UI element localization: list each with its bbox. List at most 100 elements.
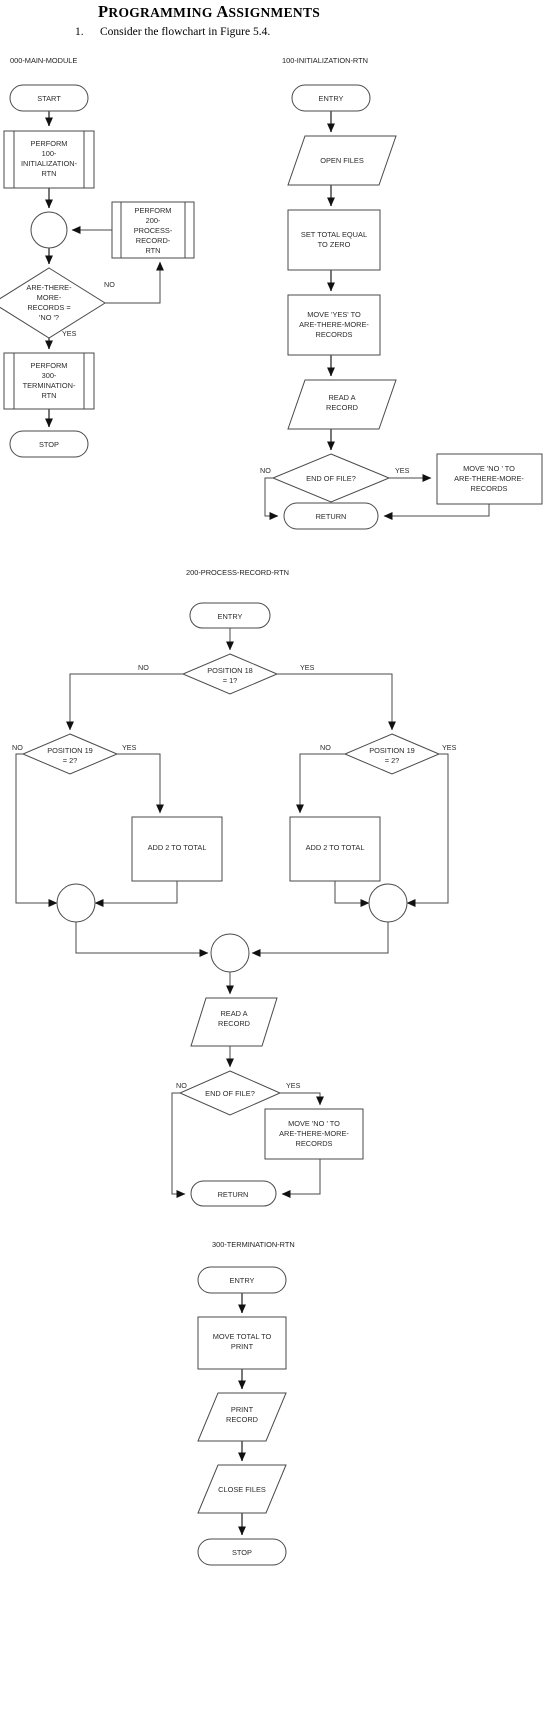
node-move-yes[interactable]: MOVE 'YES' TO ARE-THERE-MORE- RECORDS [287, 294, 381, 356]
node-merge-left [56, 883, 96, 923]
edge-label-no-main: NO [104, 280, 115, 289]
chart-title-process-record: 200-PROCESS-RECORD-RTN [186, 568, 289, 577]
node-start[interactable]: START [9, 84, 89, 112]
node-perform-300-line4: RTN [41, 391, 56, 400]
node-pos19-right-line2: = 2? [385, 756, 400, 765]
node-print-record-line2: RECORD [226, 1415, 258, 1424]
node-perform-300-termination[interactable]: PERFORM 300- TERMINATION- RTN [3, 352, 95, 410]
node-stop-termination[interactable]: STOP [197, 1538, 287, 1566]
node-decision-eof-init[interactable]: END OF FILE? [271, 453, 391, 503]
chart-title-initialization: 100-INITIALIZATION-RTN [282, 56, 368, 65]
node-perform-100-line1: PERFORM [31, 139, 68, 148]
node-perform-200-line3: PROCESS- [134, 226, 173, 235]
node-move-total-to-print[interactable]: MOVE TOTAL TO PRINT [197, 1316, 287, 1370]
chart-title-main-module: 000-MAIN-MODULE [10, 56, 77, 65]
decision-line4: 'NO '? [39, 313, 59, 322]
node-perform-300-line2: 300- [42, 371, 57, 380]
node-eof-process-label: END OF FILE? [205, 1089, 255, 1098]
node-stop-label: STOP [39, 440, 59, 449]
node-return-process-label: RETURN [218, 1190, 249, 1199]
node-move-no-init-line1: MOVE 'NO ' TO [463, 464, 515, 473]
node-perform-200-line5: RTN [145, 246, 160, 255]
node-move-no-process-line2: ARE-THERE-MORE- [279, 1129, 349, 1138]
node-add-left-label: ADD 2 TO TOTAL [148, 843, 207, 852]
node-move-no-process-line3: RECORDS [296, 1139, 333, 1148]
node-perform-100-line4: RTN [41, 169, 56, 178]
node-decision-position-19-left[interactable]: POSITION 19 = 2? [21, 733, 119, 775]
node-add-2-to-total-left[interactable]: ADD 2 TO TOTAL [131, 816, 223, 882]
node-close-files[interactable]: CLOSE FILES [197, 1464, 287, 1514]
node-merge-loop-main [30, 211, 68, 249]
node-perform-100-line2: 100- [42, 149, 57, 158]
node-pos18-line1: POSITION 18 [207, 666, 253, 675]
node-return-init[interactable]: RETURN [283, 502, 379, 530]
node-move-total-line1: MOVE TOTAL TO [213, 1332, 272, 1341]
node-read-record-init-line1: READ A [328, 393, 355, 402]
node-read-record-init[interactable]: READ A RECORD [287, 379, 397, 430]
node-print-record[interactable]: PRINT RECORD [197, 1392, 287, 1442]
flowchart-100-initialization-rtn: 100-INITIALIZATION-RTN ENTRY OPEN FILES … [260, 56, 543, 530]
flowchart-200-process-record-rtn: 200-PROCESS-RECORD-RTN ENTRY POSITION 18… [12, 568, 457, 1207]
node-open-files[interactable]: OPEN FILES [287, 135, 397, 186]
node-entry-termination-label: ENTRY [230, 1276, 255, 1285]
node-decision-eof-process[interactable]: END OF FILE? [178, 1070, 282, 1116]
node-pos19-left-line2: = 2? [63, 756, 78, 765]
edge-label-yes-pos19-right: YES [442, 743, 457, 752]
node-merge-main-process [210, 933, 250, 973]
node-entry-termination[interactable]: ENTRY [197, 1266, 287, 1294]
node-stop-main[interactable]: STOP [9, 430, 89, 458]
node-read-record-init-line2: RECORD [326, 403, 358, 412]
node-read-record-process-line2: RECORD [218, 1019, 250, 1028]
edge-label-yes-init: YES [395, 466, 410, 475]
edge-label-no-pos19-right: NO [320, 743, 331, 752]
node-move-no-process[interactable]: MOVE 'NO ' TO ARE-THERE-MORE- RECORDS [264, 1108, 364, 1160]
node-set-total-line2: TO ZERO [318, 240, 351, 249]
node-perform-100-line3: INITIALIZATION- [21, 159, 78, 168]
node-decision-position-18[interactable]: POSITION 18 = 1? [181, 653, 279, 695]
node-set-total-line1: SET TOTAL EQUAL [301, 230, 367, 239]
node-stop-termination-label: STOP [232, 1548, 252, 1557]
node-perform-200-line2: 200- [146, 216, 161, 225]
node-open-files-label: OPEN FILES [320, 156, 364, 165]
node-move-no-process-line1: MOVE 'NO ' TO [288, 1119, 340, 1128]
flowchart-canvas: 000-MAIN-MODULE START PERFORM 100- INITI… [0, 56, 543, 1566]
node-entry-init-label: ENTRY [319, 94, 344, 103]
node-pos19-left-line1: POSITION 19 [47, 746, 93, 755]
node-decision-position-19-right[interactable]: POSITION 19 = 2? [343, 733, 441, 775]
node-move-yes-line3: RECORDS [316, 330, 353, 339]
node-add-right-label: ADD 2 TO TOTAL [306, 843, 365, 852]
edge-label-no-init: NO [260, 466, 271, 475]
node-merge-right [368, 883, 408, 923]
node-move-total-line2: PRINT [231, 1342, 254, 1351]
edge-label-yes-pos19-left: YES [122, 743, 137, 752]
edge-label-no-eof-process: NO [176, 1081, 187, 1090]
node-read-record-process[interactable]: READ A RECORD [190, 997, 278, 1047]
node-perform-100-initialization[interactable]: PERFORM 100- INITIALIZATION- RTN [3, 130, 95, 189]
edge-label-yes-main: YES [62, 329, 77, 338]
node-entry-init[interactable]: ENTRY [291, 84, 371, 112]
node-move-yes-line1: MOVE 'YES' TO [307, 310, 361, 319]
edge-label-yes-pos18: YES [300, 663, 315, 672]
node-move-no-init-line2: ARE-THERE-MORE- [454, 474, 524, 483]
node-set-total-zero[interactable]: SET TOTAL EQUAL TO ZERO [287, 209, 381, 271]
edge-label-yes-eof-process: YES [286, 1081, 301, 1090]
node-return-process[interactable]: RETURN [190, 1180, 277, 1207]
flowchart-page: PROGRAMMING ASSIGNMENTS 1. Consider the … [0, 0, 549, 1720]
edge-label-no-pos18: NO [138, 663, 149, 672]
node-decision-are-there-more-records[interactable]: ARE-THERE- MORE- RECORDS = 'NO '? [0, 267, 106, 339]
edge-label-no-pos19-left: NO [12, 743, 23, 752]
node-read-record-process-line1: READ A [220, 1009, 247, 1018]
node-move-no-init-line3: RECORDS [471, 484, 508, 493]
flowchart-000-main-module: 000-MAIN-MODULE START PERFORM 100- INITI… [0, 56, 195, 458]
node-pos19-right-line1: POSITION 19 [369, 746, 415, 755]
node-start-label: START [37, 94, 61, 103]
flowchart-300-termination-rtn: 300-TERMINATION-RTN ENTRY MOVE TOTAL TO … [197, 1240, 295, 1566]
node-eof-init-label: END OF FILE? [306, 474, 356, 483]
node-perform-200-process-record[interactable]: PERFORM 200- PROCESS- RECORD- RTN [111, 201, 195, 259]
decision-line2: MORE- [37, 293, 62, 302]
node-entry-process[interactable]: ENTRY [189, 602, 271, 629]
decision-line1: ARE-THERE- [26, 283, 72, 292]
node-perform-200-line1: PERFORM [135, 206, 172, 215]
node-add-2-to-total-right[interactable]: ADD 2 TO TOTAL [289, 816, 381, 882]
node-move-no-init[interactable]: MOVE 'NO ' TO ARE-THERE-MORE- RECORDS [436, 453, 543, 505]
